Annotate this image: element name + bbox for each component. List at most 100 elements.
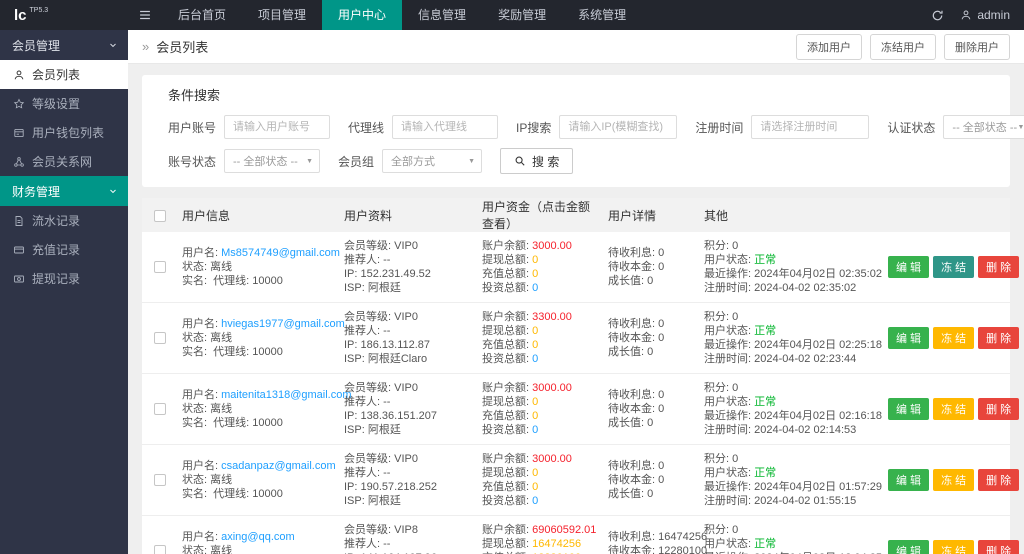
- balance-value[interactable]: 3300.00: [532, 311, 572, 323]
- sidebar-item-withdraw-records[interactable]: 提现记录: [0, 264, 128, 293]
- search-button[interactable]: 搜 索: [500, 148, 574, 174]
- register-time-label: 注册时间:: [704, 495, 752, 507]
- freeze-button[interactable]: 冻 结: [933, 540, 975, 554]
- freeze-button[interactable]: 冻 结: [933, 327, 975, 349]
- pending-interest-label: 待收利息:: [608, 531, 656, 543]
- table-row: 用户名: csadanpaz@gmail.com 状态: 离线 实名: 代理线:…: [142, 444, 1020, 516]
- level-label: 会员等级:: [344, 524, 392, 536]
- username-link[interactable]: axing@qq.com: [221, 531, 295, 543]
- delete-button[interactable]: 删 除: [978, 398, 1020, 420]
- freeze-button[interactable]: 冻 结: [933, 398, 975, 420]
- username-link[interactable]: maitenita1318@gmail.com: [221, 389, 351, 401]
- top-menu: 后台首页 项目管理 用户中心 信息管理 奖励管理 系统管理: [162, 0, 642, 30]
- withdraw-total-label: 提现总额:: [482, 254, 530, 266]
- nav-item-projects[interactable]: 项目管理: [242, 0, 322, 30]
- delete-button[interactable]: 删 除: [978, 540, 1020, 554]
- edit-button[interactable]: 编 辑: [888, 256, 930, 278]
- user-icon: [961, 10, 971, 20]
- user-details-cell: 待收利息: 0 待收本金: 0 成长值: 0: [604, 232, 700, 303]
- main-content: » 会员列表 添加用户 冻结用户 删除用户 条件搜索 用户账号 代理线 IP搜索…: [128, 30, 1024, 554]
- menu-toggle-icon[interactable]: [128, 0, 162, 30]
- admin-menu[interactable]: admin: [960, 8, 1010, 22]
- sidebar-item-recharge-records[interactable]: 充值记录: [0, 235, 128, 264]
- balance-value[interactable]: 3000.00: [532, 453, 572, 465]
- username-link[interactable]: hviegas1977@gmail.com: [221, 318, 345, 330]
- account-status-label: 账号状态: [168, 154, 217, 169]
- invest-total-value[interactable]: 0: [532, 353, 538, 365]
- withdraw-total-value[interactable]: 0: [532, 325, 538, 337]
- balance-value[interactable]: 69060592.01: [532, 524, 596, 536]
- nav-item-system[interactable]: 系统管理: [562, 0, 642, 30]
- recharge-total-value[interactable]: 0: [532, 339, 538, 351]
- recharge-total-value[interactable]: 0: [532, 410, 538, 422]
- ip-value: 186.13.112.87: [360, 339, 431, 351]
- row-checkbox[interactable]: [154, 261, 166, 274]
- sidebar-section-member-mgmt[interactable]: 会员管理: [0, 30, 128, 60]
- row-checkbox[interactable]: [154, 545, 166, 554]
- level-value: VIP8: [394, 524, 418, 536]
- wallet-icon: [14, 128, 24, 137]
- withdraw-total-value[interactable]: 0: [532, 467, 538, 479]
- nav-item-dashboard[interactable]: 后台首页: [162, 0, 242, 30]
- account-status-select[interactable]: -- 全部状态 -- ▼: [224, 149, 321, 173]
- select-all-checkbox[interactable]: [154, 209, 166, 222]
- refresh-icon[interactable]: [931, 9, 944, 22]
- sidebar-item-user-wallets[interactable]: 用户钱包列表: [0, 118, 128, 147]
- delete-user-button[interactable]: 删除用户: [944, 33, 1010, 60]
- nav-item-user-center[interactable]: 用户中心: [322, 0, 403, 30]
- username-link[interactable]: Ms8574749@gmail.com: [221, 247, 340, 259]
- account-input[interactable]: [224, 115, 331, 139]
- sidebar-item-member-network[interactable]: 会员关系网: [0, 147, 128, 176]
- auth-status-select[interactable]: -- 全部状态 -- ▼: [943, 115, 1024, 139]
- nav-item-info[interactable]: 信息管理: [402, 0, 482, 30]
- edit-button[interactable]: 编 辑: [888, 540, 930, 554]
- recharge-total-value[interactable]: 0: [532, 268, 538, 280]
- invest-total-value[interactable]: 0: [532, 282, 538, 294]
- regtime-input[interactable]: [751, 115, 870, 139]
- delete-button[interactable]: 删 除: [978, 256, 1020, 278]
- user-state-value: 正常: [754, 254, 777, 266]
- agent-label: 代理线:: [213, 275, 250, 287]
- freeze-button[interactable]: 冻 结: [933, 256, 975, 278]
- search-panel: 条件搜索 用户账号 代理线 IP搜索 注册时间 认证状态 -- 全部状态: [142, 75, 1024, 187]
- sidebar-item-member-list[interactable]: 会员列表: [0, 60, 128, 89]
- pending-interest-label: 待收利息:: [608, 318, 656, 330]
- sidebar-item-level-settings[interactable]: 等级设置: [0, 89, 128, 118]
- sidebar-item-flow-records[interactable]: 流水记录: [0, 206, 128, 235]
- add-user-button[interactable]: 添加用户: [796, 33, 862, 60]
- ip-input[interactable]: [559, 115, 678, 139]
- row-checkbox[interactable]: [154, 332, 166, 345]
- member-group-select[interactable]: 全部方式 ▼: [382, 149, 483, 173]
- isp-label: ISP:: [344, 495, 365, 507]
- status-value: 离线: [210, 332, 233, 344]
- sidebar-section-finance-mgmt[interactable]: 财务管理: [0, 176, 128, 206]
- app-logo[interactable]: lc TP5.3: [0, 0, 128, 30]
- recharge-total-value[interactable]: 0: [532, 481, 538, 493]
- status-label: 状态:: [182, 403, 208, 415]
- balance-value[interactable]: 3000.00: [532, 240, 572, 252]
- freeze-button[interactable]: 冻 结: [933, 469, 975, 491]
- username-link[interactable]: csadanpaz@gmail.com: [221, 460, 336, 472]
- delete-button[interactable]: 删 除: [978, 469, 1020, 491]
- status-label: 状态:: [182, 545, 208, 554]
- withdraw-total-value[interactable]: 16474256: [532, 538, 581, 550]
- withdraw-total-value[interactable]: 0: [532, 396, 538, 408]
- regtime-filter: 注册时间: [695, 115, 870, 139]
- balance-value[interactable]: 3000.00: [532, 382, 572, 394]
- edit-button[interactable]: 编 辑: [888, 469, 930, 491]
- agent-label: 代理线: [348, 120, 385, 135]
- delete-button[interactable]: 删 除: [978, 327, 1020, 349]
- row-select-cell: [142, 232, 178, 303]
- nav-item-rewards[interactable]: 奖励管理: [482, 0, 562, 30]
- row-checkbox[interactable]: [154, 403, 166, 416]
- edit-button[interactable]: 编 辑: [888, 327, 930, 349]
- agent-input[interactable]: [392, 115, 499, 139]
- invest-total-value[interactable]: 0: [532, 495, 538, 507]
- edit-button[interactable]: 编 辑: [888, 398, 930, 420]
- invest-total-value[interactable]: 0: [532, 424, 538, 436]
- row-checkbox[interactable]: [154, 474, 166, 487]
- balance-label: 账户余额:: [482, 240, 530, 252]
- withdraw-total-value[interactable]: 0: [532, 254, 538, 266]
- freeze-user-button[interactable]: 冻结用户: [870, 33, 936, 60]
- isp-label: ISP:: [344, 424, 365, 436]
